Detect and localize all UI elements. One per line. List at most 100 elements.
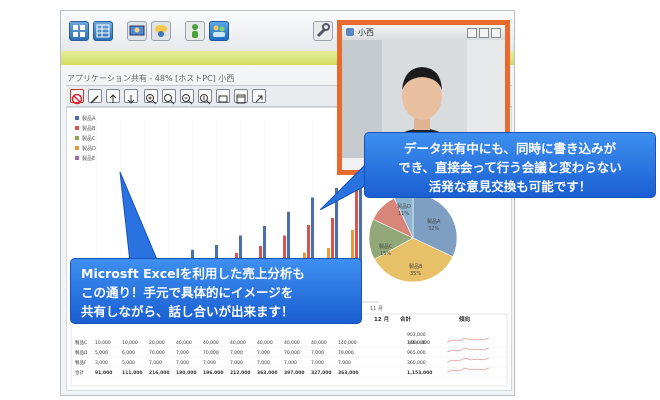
- table-cell: 327,000: [311, 370, 332, 376]
- callout2-line2: この通り！手元で具体的にイメージを: [81, 285, 294, 300]
- header-month: 12 月: [374, 315, 389, 323]
- row-label: 製品F: [75, 359, 87, 366]
- legend-swatch: [75, 136, 79, 140]
- stop-sharing-icon[interactable]: [70, 89, 84, 105]
- callout1-line1: データ共有中にも、同時に書き込みが: [403, 141, 617, 156]
- legend-label: 製品A: [82, 115, 96, 122]
- zoom-in-glyph: [146, 94, 157, 105]
- zoom-fit-icon[interactable]: [162, 89, 176, 105]
- pie-percent: 15%: [380, 251, 391, 257]
- table-cell: 7,000: [230, 350, 243, 356]
- table-cell: 180,000: [176, 370, 197, 376]
- popout-icon[interactable]: [252, 89, 266, 103]
- legend-swatch: [75, 156, 79, 160]
- table-cell: 20,000: [149, 340, 165, 346]
- zoom-fit-glyph: [164, 94, 175, 105]
- table-cell: 6,000: [122, 350, 135, 356]
- pie-label: 製品A: [427, 218, 441, 225]
- callout1-line3: 活発な意見交換も可能です！: [428, 179, 592, 194]
- table-cell: 7,000: [176, 360, 189, 366]
- camera-icon: [346, 28, 354, 36]
- extra-total-cell: 903,000: [407, 332, 426, 338]
- pen-glyph: [90, 95, 99, 104]
- table-cell: 111,000: [122, 370, 143, 376]
- popout-glyph: [255, 95, 263, 103]
- stop-glyph: [71, 93, 83, 105]
- zoom-actual-icon[interactable]: [198, 89, 212, 105]
- header-trend: 傾向: [458, 315, 471, 323]
- data-table: 12 月合計 傾向903,000360,000製品C 10,000 10,000 20,…: [70, 313, 508, 387]
- pen-icon[interactable]: [88, 89, 102, 104]
- row-label: 製品D: [75, 349, 88, 356]
- table-cell: 7,000: [230, 360, 243, 366]
- legend-swatch: [75, 146, 79, 150]
- chat-glyph: [155, 25, 167, 37]
- table-cell: 70,000: [338, 350, 354, 356]
- table-cell: 7,000: [311, 350, 324, 356]
- legend-swatch: [75, 116, 79, 120]
- table-cell: 7,000: [203, 360, 216, 366]
- people-glyph: [213, 25, 225, 37]
- share-screen-icon[interactable]: [127, 21, 147, 41]
- zoom-out-icon[interactable]: [180, 89, 194, 105]
- table-cell: 363,000: [338, 370, 359, 376]
- callout-excel-analysis: Microsft Excelを利用した売上分析も この通り！手元で具体的にイメー…: [70, 258, 362, 324]
- participant-icon[interactable]: [185, 21, 205, 41]
- table-cell: 70,000: [149, 350, 165, 356]
- pie-label: 製品B: [409, 263, 423, 270]
- wrench-glyph: [316, 23, 330, 38]
- chart-legend: 製品A 製品B 製品C 製品D 製品E: [75, 115, 96, 162]
- table-cell: 7,000: [257, 360, 270, 366]
- table-cell: 5,000: [95, 350, 108, 356]
- upload-icon[interactable]: [106, 89, 120, 103]
- pie-label: 製品D: [397, 203, 411, 210]
- callout2-line1: Microsft Excelを利用した売上分析も: [81, 266, 305, 281]
- pie-percent: 32%: [428, 226, 439, 232]
- table-cell: 70,000: [284, 350, 300, 356]
- table-cell: 216,000: [149, 370, 170, 376]
- up-glyph: [109, 94, 117, 103]
- fit-glyph: [218, 95, 228, 103]
- table-cell: 40,000: [203, 340, 219, 346]
- table-cell: 196,000: [203, 370, 224, 376]
- share-window-title: アプリケーション共有 - 48% [ホストPC] 小西: [67, 74, 235, 83]
- zoom-in-icon[interactable]: [144, 89, 158, 105]
- maximize-button[interactable]: [479, 28, 489, 38]
- down-glyph: [127, 95, 135, 104]
- fit-window-icon[interactable]: [216, 89, 230, 103]
- row-label: 製品C: [75, 339, 87, 346]
- table-cell: 40,000: [176, 340, 192, 346]
- legend-label: 製品C: [82, 135, 96, 142]
- table-cell: 40,000: [230, 340, 246, 346]
- legend-swatch: [75, 126, 79, 130]
- table-cell: 1,000,000: [407, 340, 430, 346]
- settings-tools-icon[interactable]: [313, 21, 333, 41]
- table-cell: 70,000: [203, 350, 219, 356]
- minimize-button[interactable]: [467, 28, 477, 38]
- table-cell: 363,000: [257, 370, 278, 376]
- list-glyph: [96, 24, 110, 38]
- grid-glyph: [73, 25, 85, 37]
- pie-label: 製品C: [379, 243, 393, 250]
- zoom-actual-glyph: [200, 94, 211, 105]
- participants-active-icon[interactable]: [209, 21, 229, 41]
- table-cell: 40,000: [284, 340, 300, 346]
- table-cell: 212,000: [230, 370, 251, 376]
- x-axis-label: 11 月: [370, 306, 383, 312]
- table-cell: 7,000: [257, 350, 270, 356]
- legend-label: 製品E: [82, 155, 95, 162]
- chat-user-icon[interactable]: [151, 21, 171, 41]
- table-cell: 40,000: [257, 340, 273, 346]
- window-icon[interactable]: [234, 89, 248, 104]
- layout-list-icon[interactable]: [93, 21, 113, 41]
- pie-percent: 11%: [398, 211, 409, 217]
- download-icon[interactable]: [124, 89, 138, 104]
- close-button[interactable]: [491, 28, 501, 38]
- window-glyph: [236, 94, 246, 104]
- layout-grid-icon[interactable]: [69, 21, 89, 41]
- pie-chart: 製品A32% 製品B35% 製品C15% 製品D11%: [368, 193, 458, 283]
- table-cell: 3,000: [95, 360, 108, 366]
- table-cell: 10,000: [122, 340, 138, 346]
- table-cell: 7,000: [176, 350, 189, 356]
- table-cell: 7,000: [284, 360, 297, 366]
